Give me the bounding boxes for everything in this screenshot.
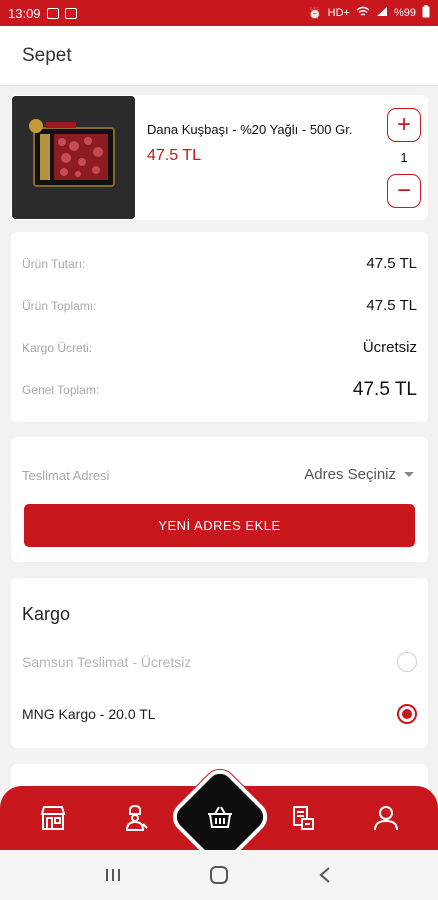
grand-total-row: Genel Toplam: 47.5 TL: [22, 379, 417, 401]
page-header: Sepet: [0, 26, 438, 86]
status-time: 13:09: [8, 5, 41, 21]
chef-icon: [125, 804, 148, 831]
notification-icon: [64, 7, 77, 19]
alarm-icon: ⏰: [307, 7, 322, 20]
page-title: Sepet: [22, 44, 72, 66]
product-name: Dana Kuşbaşı - %20 Yağlı - 500 Gr.: [147, 122, 353, 137]
back-icon: [319, 867, 330, 883]
summary-value: Ücretsiz: [362, 339, 417, 356]
cargo-option-mng[interactable]: MNG Kargo - 20.0 TL: [22, 704, 417, 724]
cargo-title: Kargo: [22, 604, 71, 624]
gallery-icon: [46, 7, 59, 19]
add-new-address-button[interactable]: YENİ ADRES EKLE: [24, 504, 415, 547]
nav-orders[interactable]: [286, 802, 318, 834]
grand-total-value: 47.5 TL: [352, 379, 417, 400]
cargo-option-samsun[interactable]: Samsun Teslimat - Ücretsiz: [22, 652, 417, 672]
cart-item-card: Dana Kuşbaşı - %20 Yağlı - 500 Gr. 47.5 …: [11, 95, 428, 220]
nav-profile[interactable]: [370, 802, 402, 834]
receipt-icon: [293, 806, 314, 830]
nav-store[interactable]: [37, 802, 69, 834]
increase-quantity-button[interactable]: +: [387, 108, 421, 142]
home-icon: [210, 866, 228, 884]
nav-chef[interactable]: [119, 802, 151, 834]
address-select[interactable]: Adres Seçiniz: [304, 466, 414, 483]
recent-apps-button[interactable]: [101, 863, 125, 887]
summary-label: Ürün Tutarı:: [22, 256, 86, 271]
radio-button-selected[interactable]: [397, 704, 417, 724]
summary-row: Kargo Ücreti: Ücretsiz: [22, 339, 417, 356]
basket-icon: [208, 806, 232, 828]
cargo-option-label: MNG Kargo - 20.0 TL: [22, 706, 156, 722]
wifi-icon: [356, 6, 370, 20]
radio-button[interactable]: [397, 652, 417, 672]
home-button[interactable]: [207, 863, 231, 887]
summary-value: 47.5 TL: [366, 297, 417, 314]
user-icon: [374, 806, 398, 831]
cargo-option-label: Samsun Teslimat - Ücretsiz: [22, 654, 192, 670]
summary-label: Kargo Ücreti:: [22, 340, 93, 355]
system-navigation: [0, 850, 438, 900]
back-button[interactable]: [313, 863, 337, 887]
summary-value: 47.5 TL: [366, 255, 417, 272]
summary-row: Ürün Tutarı: 47.5 TL: [22, 255, 417, 272]
decrease-quantity-button[interactable]: −: [387, 174, 421, 208]
network-label: HD+: [327, 7, 350, 19]
recent-apps-icon: [106, 869, 120, 881]
summary-row: Ürün Toplamı: 47.5 TL: [22, 297, 417, 314]
chevron-down-icon: [404, 472, 414, 477]
cargo-card: Kargo Samsun Teslimat - Ücretsiz MNG Kar…: [11, 578, 428, 748]
grand-total-label: Genel Toplam:: [22, 383, 100, 397]
store-icon: [40, 806, 66, 830]
address-select-value: Adres Seçiniz: [304, 466, 396, 483]
battery-level: %99: [393, 7, 416, 19]
status-bar: 13:09 ⏰ HD+ %99: [0, 0, 438, 26]
signal-icon: [376, 6, 388, 20]
quantity-value: 1: [400, 150, 408, 165]
delivery-address-card: Teslimat Adresi Adres Seçiniz YENİ ADRES…: [11, 437, 428, 562]
product-image: [12, 96, 135, 219]
summary-label: Ürün Toplamı:: [22, 298, 97, 313]
battery-icon: [422, 5, 430, 21]
order-summary-card: Ürün Tutarı: 47.5 TL Ürün Toplamı: 47.5 …: [11, 232, 428, 422]
nav-basket[interactable]: [204, 801, 236, 833]
plus-icon: +: [396, 111, 411, 138]
delivery-address-label: Teslimat Adresi: [22, 468, 110, 483]
product-price: 47.5 TL: [147, 147, 201, 164]
minus-icon: −: [396, 177, 411, 204]
